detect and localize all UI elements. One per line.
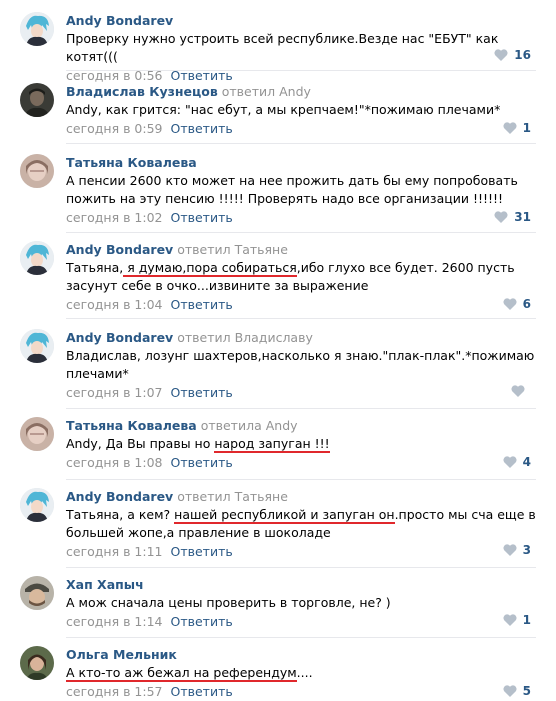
comment-date[interactable]: сегодня в 1:14 xyxy=(66,614,163,629)
author-link[interactable]: Andy Bondarev xyxy=(66,330,173,345)
like-button[interactable]: 16 xyxy=(494,48,531,62)
like-count: 1 xyxy=(522,613,531,627)
comment-date[interactable]: сегодня в 0:59 xyxy=(66,121,163,136)
reply-button[interactable]: Ответить xyxy=(171,210,233,225)
heart-icon xyxy=(494,211,508,223)
comment-date[interactable]: сегодня в 1:57 xyxy=(66,684,163,699)
avatar[interactable] xyxy=(20,488,54,522)
replied-label: ответил xyxy=(177,489,231,504)
author-link[interactable]: Andy Bondarev xyxy=(66,489,173,504)
like-button[interactable]: 5 xyxy=(503,684,531,698)
comment-text: Проверку нужно устроить всей республике.… xyxy=(66,31,499,64)
divider xyxy=(66,70,536,71)
like-button[interactable]: 1 xyxy=(503,121,531,135)
like-button[interactable]: 4 xyxy=(503,455,531,469)
reply-to-link[interactable]: Татьяне xyxy=(235,242,288,257)
avatar[interactable] xyxy=(20,417,54,451)
underlined-phrase: нашей республикой и запуган он xyxy=(174,507,395,524)
comment-text: А пенсии 2600 кто может на нее прожить д… xyxy=(66,173,518,206)
divider xyxy=(66,143,536,144)
underlined-phrase: я думаю,пора собираться xyxy=(123,260,297,277)
underlined-phrase: А кто-то аж бежал на референдум xyxy=(66,665,297,682)
avatar[interactable] xyxy=(20,646,54,680)
comment-text: А мож сначала цены проверить в торговле,… xyxy=(66,595,391,610)
avatar[interactable] xyxy=(20,12,54,46)
like-button[interactable]: 1 xyxy=(503,613,531,627)
comment-date[interactable]: сегодня в 1:11 xyxy=(66,544,163,559)
reply-button[interactable]: Ответить xyxy=(171,121,233,136)
avatar[interactable] xyxy=(20,83,54,117)
divider xyxy=(66,637,536,638)
underlined-phrase: народ запуган !!! xyxy=(214,436,330,453)
comment-text: Татьяна, я думаю,пора собираться,ибо глу… xyxy=(66,260,515,293)
like-count: 1 xyxy=(522,121,531,135)
divider xyxy=(66,318,536,319)
like-button[interactable]: 31 xyxy=(494,210,531,224)
reply-button[interactable]: Ответить xyxy=(171,385,233,400)
reply-to-link[interactable]: Владиславу xyxy=(235,330,313,345)
comment-text: Andy, как грится: "нас ебут, а мы крепча… xyxy=(66,102,501,117)
like-button[interactable]: 3 xyxy=(503,543,531,557)
avatar[interactable] xyxy=(20,329,54,363)
comment-date[interactable]: сегодня в 1:04 xyxy=(66,297,163,312)
comment-text: Владислав, лозунг шахтеров,насколько я з… xyxy=(66,348,535,381)
reply-button[interactable]: Ответить xyxy=(171,544,233,559)
heart-icon xyxy=(503,456,517,468)
author-link[interactable]: Ольга Мельник xyxy=(66,647,177,662)
replied-label: ответил xyxy=(221,84,276,99)
like-button[interactable]: 6 xyxy=(503,297,531,311)
author-link[interactable]: Andy Bondarev xyxy=(66,242,173,257)
comment-text: А кто-то аж бежал на референдум.... xyxy=(66,665,313,682)
reply-to-link[interactable]: Andy xyxy=(279,84,311,99)
divider xyxy=(66,479,536,480)
comment-date[interactable]: сегодня в 1:07 xyxy=(66,385,163,400)
heart-icon xyxy=(503,614,517,626)
avatar[interactable] xyxy=(20,154,54,188)
avatar[interactable] xyxy=(20,576,54,610)
replied-label: ответил xyxy=(177,242,231,257)
author-link[interactable]: Татьяна Ковалева xyxy=(66,418,197,433)
like-count: 6 xyxy=(522,297,531,311)
reply-button[interactable]: Ответить xyxy=(171,684,233,699)
replied-label: ответил xyxy=(177,330,231,345)
reply-button[interactable]: Ответить xyxy=(171,455,233,470)
author-link[interactable]: Andy Bondarev xyxy=(66,13,173,28)
divider xyxy=(66,232,536,233)
like-count: 3 xyxy=(522,543,531,557)
replied-label: ответила xyxy=(200,418,262,433)
heart-icon xyxy=(503,298,517,310)
reply-button[interactable]: Ответить xyxy=(171,297,233,312)
avatar[interactable] xyxy=(20,241,54,275)
like-count: 4 xyxy=(522,455,531,469)
author-link[interactable]: Хап Хапыч xyxy=(66,577,144,592)
heart-icon xyxy=(511,385,525,397)
like-count: 16 xyxy=(514,48,531,62)
divider xyxy=(66,408,536,409)
like-count: 5 xyxy=(522,684,531,698)
like-count: 31 xyxy=(514,210,531,224)
author-link[interactable]: Татьяна Ковалева xyxy=(66,155,197,170)
comment-date[interactable]: сегодня в 1:08 xyxy=(66,455,163,470)
comment-date[interactable]: сегодня в 1:02 xyxy=(66,210,163,225)
heart-icon xyxy=(494,49,508,61)
comment-text: Татьяна, а кем? нашей республикой и запу… xyxy=(66,507,536,540)
reply-to-link[interactable]: Татьяне xyxy=(235,489,288,504)
divider xyxy=(66,567,536,568)
reply-to-link[interactable]: Andy xyxy=(266,418,298,433)
heart-icon xyxy=(503,685,517,697)
heart-icon xyxy=(503,544,517,556)
comments-feed: Andy Bondarev Проверку нужно устроить вс… xyxy=(0,0,556,699)
author-link[interactable]: Владислав Кузнецов xyxy=(66,84,218,99)
reply-button[interactable]: Ответить xyxy=(171,614,233,629)
heart-icon xyxy=(503,122,517,134)
comment-text: Andy, Да Вы правы но народ запуган !!! xyxy=(66,436,330,453)
like-button[interactable] xyxy=(511,385,531,397)
